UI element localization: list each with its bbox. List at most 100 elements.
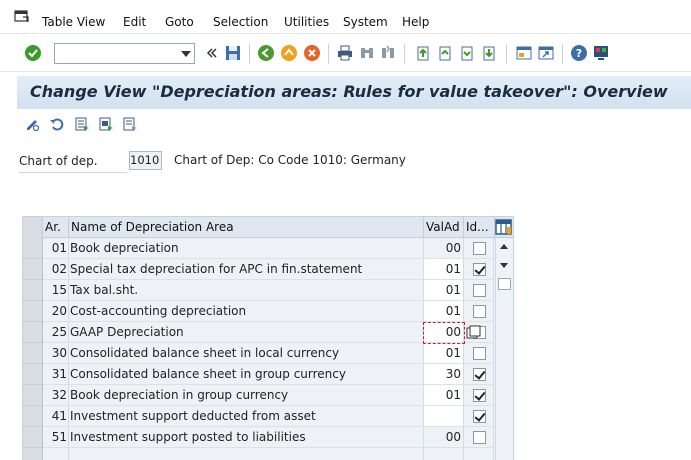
row-selector[interactable] [23, 385, 43, 406]
cancel-icon[interactable] [303, 44, 321, 62]
back-icon[interactable] [257, 44, 275, 62]
identical-checkbox[interactable] [473, 347, 486, 360]
cell-area-name: Special tax depreciation for APC in fin.… [69, 259, 424, 280]
row-selector[interactable] [23, 427, 43, 448]
row-selector[interactable] [23, 343, 43, 364]
next-page-icon[interactable] [458, 44, 476, 62]
cell-value-adoption[interactable]: 01 [424, 259, 464, 280]
cell-area-name: Consolidated balance sheet in local curr… [69, 343, 424, 364]
cell-area-name: Cost-accounting depreciation [69, 301, 424, 322]
customize-layout-icon[interactable] [592, 44, 610, 62]
deselect-all-icon[interactable] [122, 116, 138, 132]
row-selector[interactable] [23, 406, 43, 427]
create-session-icon[interactable] [515, 44, 533, 62]
identical-checkbox[interactable] [473, 368, 486, 381]
select-all-icon[interactable] [74, 116, 90, 132]
cell-area-name: GAAP Depreciation [69, 322, 424, 343]
cell-value-adoption[interactable]: 01 [424, 385, 464, 406]
menu-table-view[interactable]: Table View [42, 15, 105, 29]
display-change-icon[interactable] [25, 116, 41, 132]
find-icon[interactable] [358, 44, 376, 62]
chevron-down-icon[interactable] [181, 51, 191, 57]
cell-identical [464, 238, 494, 259]
identical-checkbox[interactable] [473, 242, 486, 255]
menu-selection[interactable]: Selection [213, 15, 268, 29]
row-selector[interactable] [23, 280, 43, 301]
cell-area-name: Book depreciation [69, 238, 424, 259]
cell-area-number: 30 [43, 343, 69, 364]
cell-identical [464, 343, 494, 364]
cell-area-number: 15 [43, 280, 69, 301]
row-selector[interactable] [23, 301, 43, 322]
cell-value-adoption [424, 448, 464, 460]
help-icon[interactable]: ? [570, 44, 588, 62]
menu-system[interactable]: System [343, 15, 388, 29]
column-header-valad[interactable]: ValAd [424, 217, 464, 238]
row-selector[interactable] [23, 238, 43, 259]
double-chevron-left-icon[interactable] [203, 44, 221, 62]
table-row-empty [23, 448, 495, 460]
command-input[interactable] [55, 44, 175, 63]
cell-identical [464, 427, 494, 448]
sap-menu-icon[interactable] [14, 9, 30, 23]
previous-page-icon[interactable] [436, 44, 454, 62]
menu-help[interactable]: Help [402, 15, 429, 29]
select-block-icon[interactable] [98, 116, 114, 132]
first-page-icon[interactable] [414, 44, 432, 62]
identical-checkbox[interactable] [473, 431, 486, 444]
row-selector[interactable] [23, 364, 43, 385]
column-header-name[interactable]: Name of Depreciation Area [69, 217, 424, 238]
cell-area-number: 25 [43, 322, 69, 343]
exit-icon[interactable] [280, 44, 298, 62]
save-icon[interactable] [224, 44, 242, 62]
cell-identical [464, 301, 494, 322]
last-page-icon[interactable] [480, 44, 498, 62]
command-field[interactable] [54, 43, 195, 64]
menu-utilities[interactable]: Utilities [284, 15, 329, 29]
cell-value-adoption[interactable]: 01 [424, 343, 464, 364]
identical-checkbox[interactable] [473, 389, 486, 402]
undo-icon[interactable] [49, 116, 65, 132]
identical-checkbox[interactable] [473, 263, 486, 276]
table-row: 51 Investment support posted to liabiliti… [23, 427, 495, 448]
identical-checkbox[interactable] [473, 305, 486, 318]
identical-checkbox[interactable] [473, 284, 486, 297]
scroll-thumb[interactable] [498, 278, 511, 290]
column-header-id[interactable]: Id... [464, 217, 495, 238]
row-selector[interactable] [23, 448, 43, 460]
shortcut-icon[interactable] [537, 44, 555, 62]
select-all-cell[interactable] [23, 217, 43, 238]
identical-checkbox[interactable] [473, 410, 486, 423]
page-title: Change View "Depreciation areas: Rules f… [30, 82, 668, 101]
cell-value-adoption: 00 [424, 427, 464, 448]
cell-identical [464, 259, 494, 280]
menu-edit[interactable]: Edit [123, 15, 146, 29]
column-header-ar[interactable]: Ar. [43, 217, 69, 238]
cell-area-number: 32 [43, 385, 69, 406]
cell-area-name: Consolidated balance sheet in group curr… [69, 364, 424, 385]
value-help-icon[interactable] [466, 325, 482, 340]
cell-identical [464, 385, 494, 406]
enter-icon[interactable] [24, 44, 42, 62]
chart-of-dep-description: Chart of Dep: Co Code 1010: Germany [174, 153, 406, 167]
table-row: 30 Consolidated balance sheet in local cu… [23, 343, 495, 364]
table-settings-icon[interactable] [495, 219, 512, 235]
table-row: 25 GAAP Depreciation 00 [23, 322, 495, 343]
cell-value-adoption[interactable]: 30 [424, 364, 464, 385]
cell-area-number: 01 [43, 238, 69, 259]
cell-value-adoption[interactable]: 00 [424, 322, 464, 343]
cell-value-adoption[interactable]: 01 [424, 301, 464, 322]
menu-goto[interactable]: Goto [165, 15, 194, 29]
cell-area-number: 41 [43, 406, 69, 427]
row-selector[interactable] [23, 322, 43, 343]
row-selector[interactable] [23, 259, 43, 280]
find-next-icon[interactable] [379, 44, 397, 62]
cell-value-adoption[interactable] [424, 406, 464, 427]
scroll-up-icon[interactable] [500, 244, 508, 249]
vertical-scrollbar[interactable] [495, 238, 513, 460]
print-icon[interactable] [336, 44, 354, 62]
cell-value-adoption[interactable]: 01 [424, 280, 464, 301]
scroll-down-icon[interactable] [500, 263, 508, 268]
svg-text:?: ? [576, 47, 582, 60]
chart-of-dep-label: Chart of dep. [19, 153, 127, 173]
